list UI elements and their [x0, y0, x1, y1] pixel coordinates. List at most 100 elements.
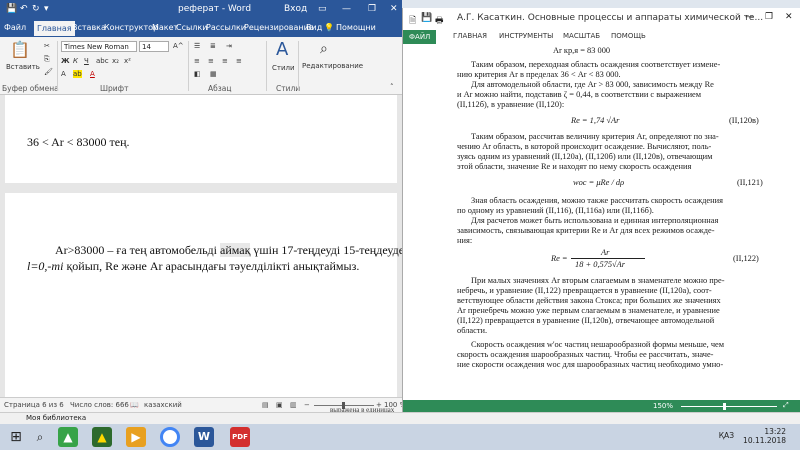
styles-icon[interactable]: A — [276, 39, 288, 60]
tab-insert[interactable]: Вставка — [72, 23, 106, 32]
align-right-icon[interactable]: ≡ — [222, 57, 228, 65]
lightbulb-icon: 💡 — [324, 23, 334, 32]
reader-close-icon[interactable]: ✕ — [785, 12, 793, 22]
collapse-ribbon-icon[interactable]: ˄ — [390, 83, 394, 91]
tab-view[interactable]: Вид — [306, 23, 322, 32]
fraction-bar — [571, 258, 645, 259]
paste-icon[interactable]: 📋 — [10, 40, 30, 59]
reader-tab-zoom[interactable]: МАСШТАБ — [563, 32, 600, 40]
reader-tab-help[interactable]: ПОМОЩЬ — [611, 32, 646, 40]
pdf-line: ния: — [457, 236, 473, 245]
keyboard-lang[interactable]: ҚАЗ — [719, 431, 734, 440]
group-divider — [188, 41, 189, 91]
tab-design[interactable]: Конструктор — [104, 23, 158, 32]
subscript-button[interactable]: x₂ — [112, 57, 119, 65]
reader-save-icon[interactable]: 💾 — [421, 13, 432, 23]
tab-review[interactable]: Рецензирование — [244, 23, 314, 32]
app-yellow-icon[interactable]: ▲ — [92, 427, 112, 447]
align-center-icon[interactable]: ≡ — [208, 57, 214, 65]
read-mode-icon[interactable]: ▤ — [262, 401, 269, 409]
reader-tab-home[interactable]: ГЛАВНАЯ — [453, 32, 487, 40]
save-icon[interactable]: 💾 — [6, 4, 17, 14]
reader-tab-tools[interactable]: ИНСТРУМЕНТЫ — [499, 32, 553, 40]
language-indicator[interactable]: казахский — [144, 401, 182, 409]
document-area[interactable]: 36 < Ar < 83000 тең. Ar>83000 – ға тең а… — [0, 95, 402, 397]
proofing-icon[interactable]: 📖 — [130, 401, 139, 409]
maximize-icon[interactable]: ❐ — [368, 4, 376, 14]
reader-minimize-icon[interactable]: — — [745, 12, 754, 22]
cut-icon[interactable]: ✂ — [44, 42, 50, 50]
document-page[interactable]: Ar>83000 – ға тең автомобельді аймақ үші… — [5, 193, 402, 397]
reader-fit-icon[interactable]: ⤢ — [783, 401, 789, 410]
pdf-line: ние скорости осаждения woc для шарообраз… — [457, 360, 724, 369]
strikethrough-button[interactable]: abc — [96, 57, 109, 65]
signin-link[interactable]: Вход — [284, 4, 307, 14]
bold-button[interactable]: Ж — [61, 57, 70, 65]
chrome-icon[interactable] — [160, 427, 180, 447]
pdf-line: небречь, и уравнение (II,122) превращает… — [457, 286, 712, 295]
bullets-icon[interactable]: ☰ — [194, 42, 200, 50]
tab-tell-me[interactable]: Помощни — [336, 23, 376, 32]
pdf-page[interactable]: Ar кр,я = 83 000 Таким образом, переходн… — [403, 44, 800, 408]
close-icon[interactable]: ✕ — [390, 4, 398, 14]
reader-print-icon[interactable]: 🖶 — [435, 13, 444, 29]
undo-icon[interactable]: ↶ — [20, 4, 28, 14]
web-layout-icon[interactable]: ▥ — [290, 401, 297, 409]
text-effects-icon[interactable]: A — [61, 70, 66, 78]
justify-icon[interactable]: ≡ — [236, 57, 242, 65]
system-clock[interactable]: ҚАЗ 13:22 10.11.2018 — [719, 427, 786, 445]
reader-maximize-icon[interactable]: ❐ — [765, 12, 773, 22]
document-paragraph-line1: Ar>83000 – ға тең автомобельді аймақ үші… — [55, 243, 402, 257]
search-icon[interactable]: ⌕ — [30, 427, 50, 447]
app-green-icon[interactable]: ▲ — [58, 427, 78, 447]
tab-layout[interactable]: Макет — [152, 23, 178, 32]
grow-font-icon[interactable]: A^ — [173, 42, 184, 50]
equation-120v: Re = 1,74 √Ar — [571, 116, 620, 125]
font-color-icon[interactable]: A — [90, 70, 95, 78]
editing-button[interactable]: Редактирование — [302, 62, 363, 70]
reader-zoom-slider[interactable] — [681, 406, 777, 407]
borders-icon[interactable]: ▦ — [210, 70, 217, 78]
align-left-icon[interactable]: ≡ — [194, 57, 200, 65]
tab-file[interactable]: Файл — [4, 23, 26, 32]
media-player-icon[interactable]: ▶ — [126, 427, 146, 447]
tab-mailings[interactable]: Рассылки — [206, 23, 246, 32]
highlight-icon[interactable]: ab — [73, 70, 82, 78]
format-painter-icon[interactable]: 🖌 — [44, 68, 53, 76]
underline-button[interactable]: Ч — [84, 57, 89, 65]
qat-dropdown-icon[interactable]: ▾ — [44, 4, 49, 14]
numbering-icon[interactable]: ≣ — [210, 42, 216, 50]
find-icon[interactable]: ⌕ — [320, 41, 328, 57]
page-indicator[interactable]: Страница 6 из 6 — [4, 401, 64, 409]
styles-group-label: Стили — [276, 84, 301, 93]
pdf-line: чению Ar область, в которой происходит о… — [457, 142, 712, 151]
italic-button[interactable]: К — [73, 57, 78, 65]
copy-icon[interactable]: ⎘ — [44, 55, 50, 64]
styles-button[interactable]: Стили — [272, 64, 295, 72]
reader-zoom-level[interactable]: 150% — [653, 402, 673, 410]
print-layout-icon[interactable]: ▣ — [276, 401, 283, 409]
word-taskbar-icon[interactable]: W — [194, 427, 214, 447]
word-count[interactable]: Число слов: 666 — [70, 401, 129, 409]
minimize-icon[interactable]: — — [342, 4, 351, 14]
redo-icon[interactable]: ↻ — [32, 4, 40, 14]
paste-button[interactable]: Вставить — [6, 63, 40, 71]
shading-icon[interactable]: ◧ — [194, 70, 201, 78]
font-size-select[interactable]: 14 — [139, 41, 169, 52]
ribbon-display-icon[interactable]: ▭ — [318, 4, 327, 14]
reader-zoom-thumb[interactable] — [723, 403, 726, 410]
pdf-reader-taskbar-icon[interactable]: PDF — [230, 427, 250, 447]
reader-tab-file[interactable]: ФАЙЛ — [403, 30, 437, 44]
indent-icon[interactable]: ⇥ — [226, 42, 232, 50]
library-label[interactable]: Моя библиотека — [26, 414, 86, 422]
clock-time: 13:22 — [764, 427, 786, 436]
pdf-line: зависимость, связывающая критерии Re и A… — [457, 226, 715, 235]
tab-home[interactable]: Главная — [34, 21, 75, 36]
tab-references[interactable]: Ссылки — [176, 23, 207, 32]
document-page-top[interactable]: 36 < Ar < 83000 тең. — [5, 95, 397, 183]
font-name-select[interactable]: Times New Roman — [61, 41, 137, 52]
font-group-label: Шрифт — [100, 84, 129, 93]
superscript-button[interactable]: x² — [124, 57, 131, 65]
zoom-out-icon[interactable]: − — [304, 401, 310, 409]
start-icon[interactable]: ⊞ — [6, 427, 26, 447]
